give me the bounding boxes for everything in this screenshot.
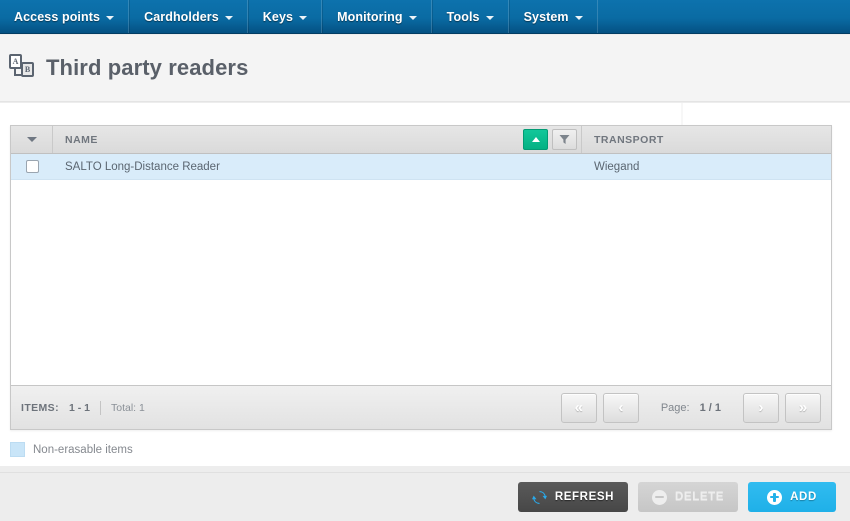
last-page-button[interactable]: » (785, 392, 821, 423)
cell-text: SALTO Long-Distance Reader (65, 160, 220, 173)
page-indicator: Page: 1 / 1 (645, 402, 737, 414)
card-readers-icon: A B (8, 54, 38, 82)
card-readers-icon-card-b: B (21, 62, 34, 77)
filter-button[interactable] (552, 129, 577, 150)
refresh-button-label: REFRESH (554, 491, 615, 503)
refresh-icon (531, 490, 547, 504)
nav-item-label: Access points (14, 9, 101, 24)
chevron-down-icon (574, 15, 583, 20)
grid-footer: ITEMS: 1 - 1 Total: 1 « ‹ Page: 1 / 1 › … (11, 385, 831, 429)
items-label: ITEMS: (21, 401, 59, 414)
page-header: A B Third party readers (0, 35, 850, 102)
nav-item-keys[interactable]: Keys (247, 0, 323, 33)
add-button-label: ADD (790, 491, 817, 503)
nav-item-system[interactable]: System (508, 0, 598, 33)
row-checkbox[interactable] (25, 160, 39, 173)
chevron-down-icon (106, 15, 115, 20)
first-page-button[interactable]: « (560, 392, 597, 423)
select-all-dropdown[interactable] (11, 126, 53, 153)
main-navigation-bar: Access points Cardholders Keys Monitorin… (0, 0, 850, 34)
third-party-readers-grid: NAME TRANSPORT SALTO Long-Distance Reade… (10, 125, 832, 430)
page-title: Third party readers (46, 55, 249, 80)
grid-body: SALTO Long-Distance Reader Wiegand (11, 154, 831, 385)
sort-ascending-button[interactable] (523, 129, 548, 150)
legend-label: Non-erasable items (33, 443, 133, 456)
chevron-down-icon (485, 15, 494, 20)
nav-item-cardholders[interactable]: Cardholders (129, 0, 248, 33)
items-total: Total: 1 (111, 401, 145, 414)
next-page-button[interactable]: › (743, 392, 779, 423)
filter-funnel-icon (559, 135, 570, 144)
table-row[interactable]: SALTO Long-Distance Reader Wiegand (11, 154, 831, 180)
pagination-controls: « ‹ Page: 1 / 1 › » (560, 392, 821, 423)
nav-item-label: Monitoring (337, 9, 403, 24)
previous-page-button[interactable]: ‹ (602, 392, 639, 423)
delete-button-label: DELETE (675, 491, 724, 503)
sort-ascending-icon (531, 137, 540, 142)
refresh-button[interactable]: REFRESH (517, 482, 629, 512)
divider (100, 400, 101, 415)
nav-item-tools[interactable]: Tools (431, 0, 509, 33)
nav-item-label: Tools (446, 9, 480, 24)
column-header-name[interactable]: NAME (53, 126, 582, 153)
legend-swatch-non-erasable (10, 442, 25, 457)
minus-circle-icon (652, 489, 668, 505)
grid-header-row: NAME TRANSPORT (11, 126, 831, 154)
nav-item-access-points[interactable]: Access points (0, 0, 130, 33)
cell-name: SALTO Long-Distance Reader (53, 154, 582, 179)
nav-item-label: Cardholders (144, 9, 219, 24)
chevron-down-icon (299, 15, 308, 20)
page-label: Page: (660, 401, 690, 414)
add-button[interactable]: ADD (748, 482, 836, 512)
action-bar: REFRESH DELETE ADD (0, 472, 850, 521)
chevron-down-icon (26, 137, 37, 142)
nav-item-monitoring[interactable]: Monitoring (322, 0, 432, 33)
chevron-down-icon (224, 15, 233, 20)
column-header-transport[interactable]: TRANSPORT (582, 126, 831, 153)
cell-transport: Wiegand (582, 154, 831, 179)
plus-circle-icon (767, 489, 783, 505)
application-window: Access points Cardholders Keys Monitorin… (0, 0, 850, 521)
column-header-tools (523, 129, 577, 150)
legend: Non-erasable items (10, 442, 133, 457)
column-header-label: TRANSPORT (594, 133, 664, 146)
items-range: 1 - 1 (68, 401, 90, 414)
column-header-label: NAME (65, 133, 98, 146)
row-select-cell (11, 154, 53, 179)
chevron-down-icon (408, 15, 417, 20)
delete-button[interactable]: DELETE (638, 482, 738, 512)
items-info: ITEMS: 1 - 1 Total: 1 (21, 400, 145, 415)
cell-text: Wiegand (594, 160, 640, 173)
page-value: 1 / 1 (699, 401, 721, 414)
nav-item-label: Keys (262, 9, 294, 24)
nav-item-label: System (523, 9, 569, 24)
